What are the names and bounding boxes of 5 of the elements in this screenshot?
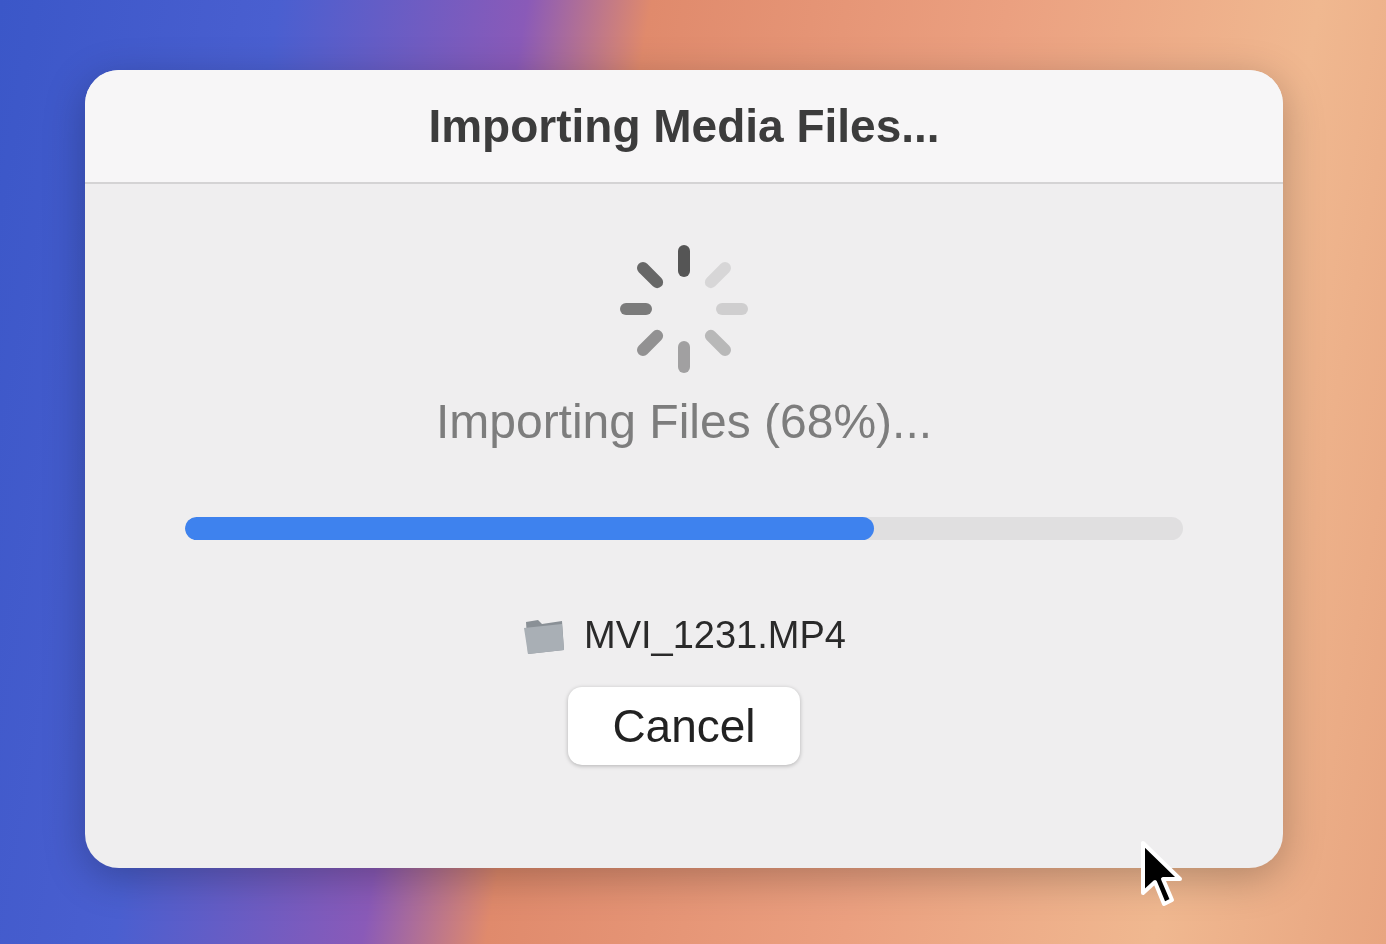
status-text: Importing Files (68%)...: [435, 394, 933, 449]
dialog-title: Importing Media Files...: [428, 99, 940, 153]
cancel-button[interactable]: Cancel: [568, 687, 800, 765]
spinner-icon: [619, 244, 749, 374]
file-name: MVI_1231.MP4: [584, 614, 846, 657]
